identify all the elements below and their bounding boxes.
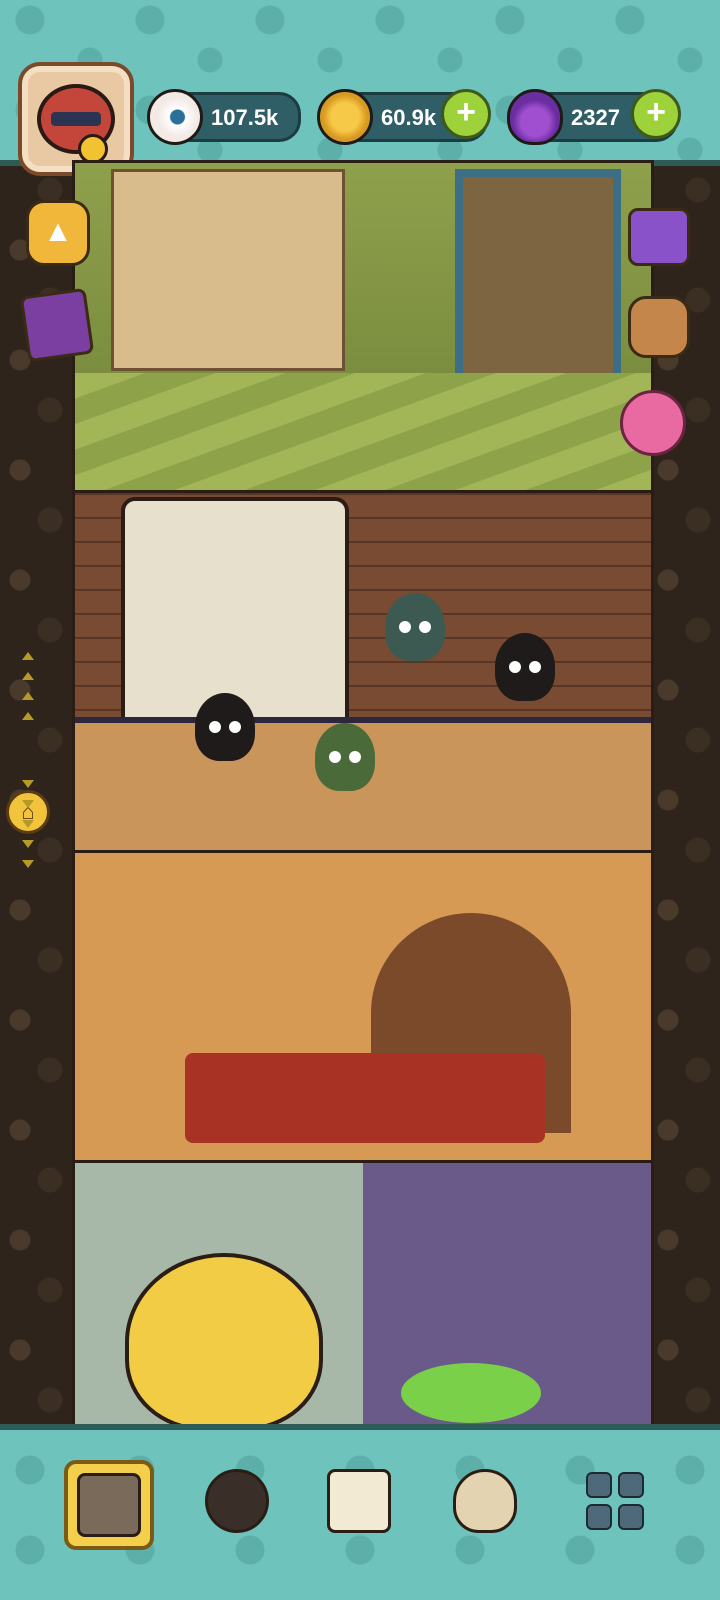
coin-counter[interactable]: 60.9k + xyxy=(317,89,491,145)
eggs-icon[interactable] xyxy=(620,390,686,456)
wall-window xyxy=(455,169,621,405)
player-avatar[interactable] xyxy=(18,62,134,176)
ritual-carpet xyxy=(185,1053,545,1143)
green-slime-pool xyxy=(401,1363,541,1423)
monster-character[interactable] xyxy=(315,723,375,791)
book-icon xyxy=(327,1469,391,1533)
eyeball-icon xyxy=(147,89,203,145)
cards-icon[interactable] xyxy=(19,287,95,363)
top-hud: 107.5k 60.9k + 2327 + xyxy=(0,0,720,176)
scroll-indicator xyxy=(22,640,36,960)
monster-character[interactable] xyxy=(195,693,255,761)
building-tab[interactable] xyxy=(64,1460,154,1550)
menu-tab[interactable] xyxy=(574,1460,656,1542)
floor-workshop[interactable] xyxy=(72,490,654,856)
book-tab[interactable] xyxy=(318,1460,400,1542)
add-potions-button[interactable]: + xyxy=(631,89,681,139)
monster-character[interactable] xyxy=(385,593,445,661)
floor-boss-lair[interactable] xyxy=(72,1160,654,1446)
coin-icon xyxy=(317,89,373,145)
coin-bag-icon xyxy=(453,1469,517,1533)
boss-monster[interactable] xyxy=(125,1253,323,1431)
eyeball-counter[interactable]: 107.5k xyxy=(147,89,301,145)
floor-ritual-room[interactable] xyxy=(72,850,654,1166)
potion-icon xyxy=(507,89,563,145)
potion-counter[interactable]: 2327 + xyxy=(507,89,681,145)
backpack-icon[interactable] xyxy=(628,296,690,358)
floor-map-room[interactable] xyxy=(72,160,654,496)
grid-menu-icon xyxy=(586,1472,644,1530)
monster-tab[interactable] xyxy=(196,1460,278,1542)
bottom-nav xyxy=(0,1424,720,1600)
potion-value: 2327 xyxy=(571,105,620,130)
shop-tab[interactable] xyxy=(444,1460,526,1542)
eyeball-value: 107.5k xyxy=(211,105,279,130)
monster-character[interactable] xyxy=(495,633,555,701)
add-coins-button[interactable]: + xyxy=(441,89,491,139)
monster-icon xyxy=(205,1469,269,1533)
wall-map xyxy=(111,169,345,371)
coin-value: 60.9k xyxy=(381,105,437,130)
video-reward-icon[interactable] xyxy=(628,208,690,266)
building-icon xyxy=(77,1473,141,1537)
collapse-up-icon[interactable]: ▲ xyxy=(26,200,90,266)
striped-floor xyxy=(75,373,651,493)
